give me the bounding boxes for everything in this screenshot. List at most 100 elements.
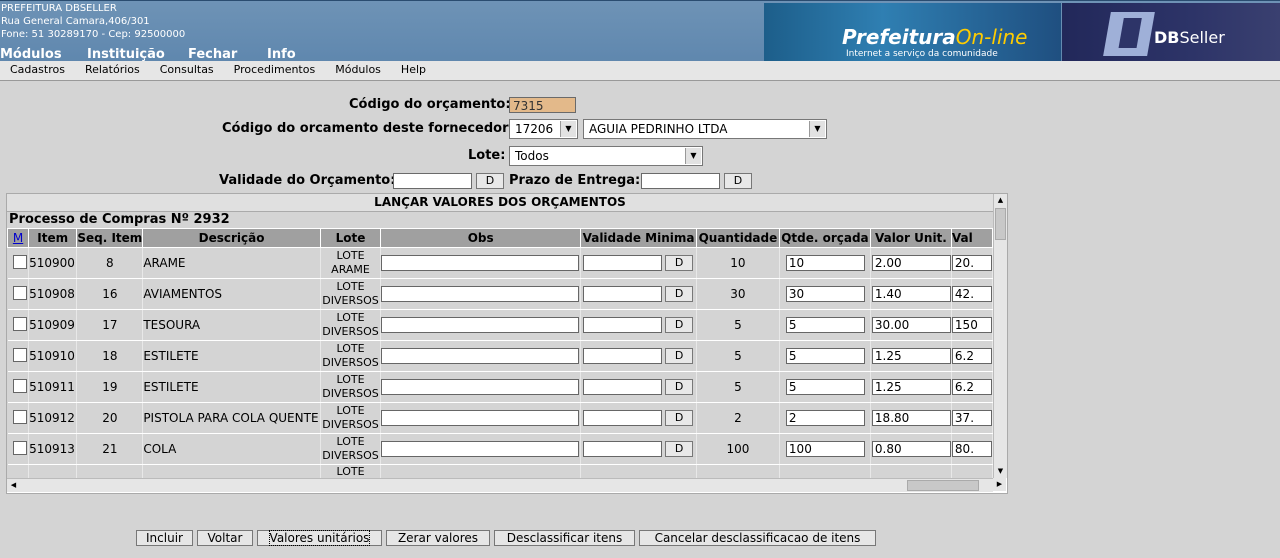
obs-input[interactable] [381,286,580,302]
obs-input[interactable] [381,255,580,271]
top-menu-info[interactable]: Info [267,47,307,62]
lote-cell: LOTE DIVERSOS [320,433,382,465]
validade-minima-input[interactable] [583,317,663,333]
valor-total-input[interactable]: 150 [951,317,992,333]
validade-date-button[interactable]: D [665,441,694,457]
valor-total-input[interactable]: 37. [951,410,992,426]
valor-unit-input[interactable]: 18.80 [871,410,951,426]
items-frame: LANÇAR VALORES DOS ORÇAMENTOS Processo d… [6,193,1008,494]
obs-input[interactable] [381,348,580,364]
table-row: 510911 19 ESTILETE LOTE DIVERSOS D 5 5 1.… [7,371,993,403]
validade-date-button[interactable]: D [665,255,694,271]
scroll-up-icon[interactable]: ▲ [994,194,1007,207]
valor-total-input[interactable]: 6.2 [951,348,992,364]
row-select-cell [7,309,30,341]
prazo-input[interactable] [641,173,720,189]
qtde-orcada-input[interactable]: 5 [785,379,865,395]
header-quantidade: Quantidade [695,228,780,248]
top-menu-modulos[interactable]: Módulos [0,47,87,62]
horizontal-scroll-thumb[interactable] [907,480,979,491]
validade-minima-input[interactable] [583,441,663,457]
valor-unit-input[interactable]: 30.00 [871,317,951,333]
obs-input[interactable] [381,410,580,426]
validade-date-button[interactable]: D [665,410,694,426]
quantidade-cell: 5 [696,340,780,372]
qtde-orcada-input[interactable]: 5 [785,348,865,364]
mark-all-link[interactable]: M [13,231,23,245]
valor-total-input[interactable]: 6.2 [951,379,992,395]
menu-cadastros[interactable]: Cadastros [0,61,75,80]
valor-total-input[interactable]: 80. [951,441,992,457]
validade-minima-input[interactable] [583,348,663,364]
codigo-orcamento-field[interactable]: 7315 [509,97,576,113]
item-cell: 510913 [28,433,78,465]
qtde-orcada-input[interactable]: 2 [785,410,865,426]
valores-unitarios-button[interactable]: Valores unitários [257,530,382,546]
valor-unit-input[interactable]: 0.80 [871,441,951,457]
menu-help[interactable]: Help [391,61,436,80]
horizontal-scrollbar[interactable]: ◀ [7,478,993,492]
validade-date-button[interactable]: D [665,317,694,333]
brand-online: On-line [955,25,1028,49]
validade-date-button[interactable]: D [665,286,694,302]
row-checkbox[interactable] [12,254,27,269]
obs-input[interactable] [381,441,580,457]
menu-relatorios[interactable]: Relatórios [75,61,150,80]
validade-minima-input[interactable] [583,410,663,426]
validade-input[interactable] [393,173,472,189]
scroll-right-icon[interactable]: ▶ [993,478,1006,491]
qtde-orcada-cell: 5 [779,309,871,341]
header-item: Item [28,228,78,248]
zerar-valores-button[interactable]: Zerar valores [386,530,490,546]
incluir-button[interactable]: Incluir [136,530,193,546]
fornecedor-code-select[interactable]: 17206 ▼ [509,119,578,139]
row-checkbox[interactable] [12,378,27,393]
validade-minima-input[interactable] [583,255,663,271]
menu-consultas[interactable]: Consultas [150,61,224,80]
menu-modulos[interactable]: Módulos [325,61,391,80]
scroll-left-icon[interactable]: ◀ [7,479,20,492]
fornecedor-name-select[interactable]: AGUIA PEDRINHO LTDA ▼ [583,119,827,139]
validade-minima-input[interactable] [583,286,663,302]
scroll-down-icon[interactable]: ▼ [994,465,1007,478]
valor-unit-input[interactable]: 1.25 [871,379,951,395]
valor-total-input[interactable]: 20. [951,255,992,271]
cancelar-desclassificacao-button[interactable]: Cancelar desclassificacao de itens [639,530,876,546]
validade-date-button[interactable]: D [476,173,504,189]
validade-cell: D [580,309,697,341]
obs-input[interactable] [381,317,580,333]
row-checkbox[interactable] [12,285,27,300]
row-checkbox[interactable] [12,440,27,455]
vertical-scroll-thumb[interactable] [995,208,1006,240]
qtde-orcada-input[interactable]: 5 [785,317,865,333]
row-checkbox[interactable] [12,409,27,424]
qtde-orcada-input[interactable]: 10 [785,255,865,271]
qtde-orcada-input[interactable]: 30 [785,286,865,302]
top-menu-instituicao[interactable]: Instituição [87,47,188,62]
lote-line1: LOTE [336,249,365,262]
desclassificar-itens-button[interactable]: Desclassificar itens [494,530,635,546]
qtde-orcada-input[interactable]: 100 [785,441,865,457]
lote-line2: DIVERSOS [322,418,379,431]
lote-select[interactable]: Todos ▼ [509,146,703,166]
table-row: 510909 17 TESOURA LOTE DIVERSOS D 5 5 30.… [7,309,993,341]
valor-total-input[interactable]: 42. [951,286,992,302]
valor-unit-input[interactable]: 2.00 [871,255,951,271]
prazo-date-button[interactable]: D [724,173,752,189]
menu-procedimentos[interactable]: Procedimentos [224,61,326,80]
header-mark-all[interactable]: M [7,228,30,248]
row-checkbox[interactable] [12,316,27,331]
table-row: 510910 18 ESTILETE LOTE DIVERSOS D 5 5 1.… [7,340,993,372]
validade-date-button[interactable]: D [665,379,694,395]
validade-date-button[interactable]: D [665,348,694,364]
qtde-orcada-cell: 100 [779,433,871,465]
codigo-orcamento-label: Código do orçamento: [349,97,511,112]
valor-unit-input[interactable]: 1.25 [871,348,951,364]
valor-unit-input[interactable]: 1.40 [871,286,951,302]
obs-input[interactable] [381,379,580,395]
validade-minima-input[interactable] [583,379,663,395]
row-checkbox[interactable] [12,347,27,362]
voltar-button[interactable]: Voltar [197,530,253,546]
vertical-scrollbar[interactable]: ▲ ▼ [993,194,1007,478]
top-menu-fechar[interactable]: Fechar [188,47,267,62]
